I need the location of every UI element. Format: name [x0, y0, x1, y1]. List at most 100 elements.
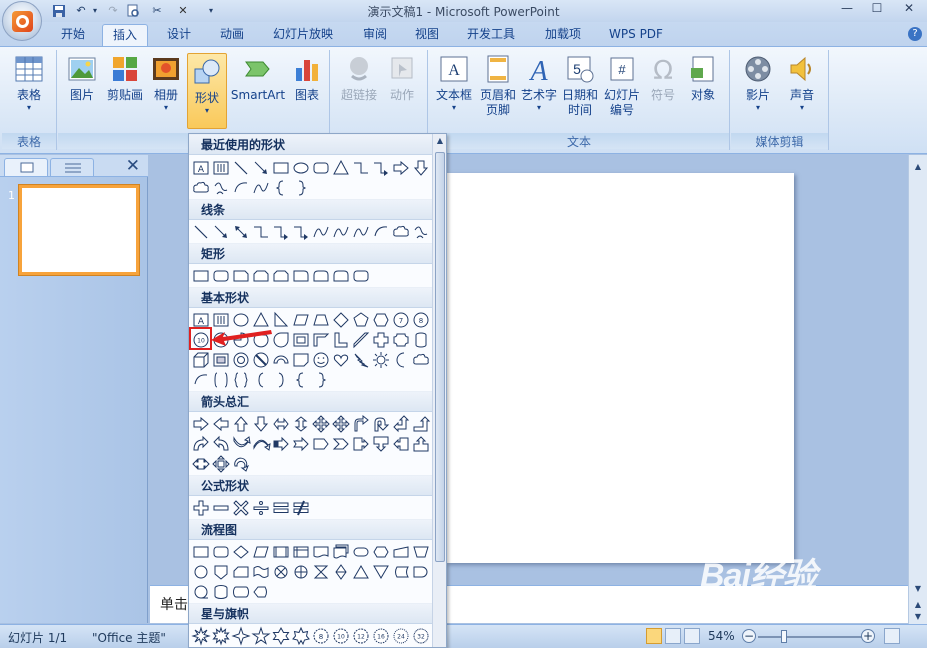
octagon8-shape[interactable]: 8: [411, 310, 431, 330]
rarrow-shape[interactable]: [191, 414, 211, 434]
heptagon-shape[interactable]: 7: [391, 310, 411, 330]
zoom-level[interactable]: 54%: [708, 629, 735, 643]
arc-shape[interactable]: [231, 178, 251, 198]
nosym-shape[interactable]: [251, 350, 271, 370]
uarrow-shape[interactable]: [231, 414, 251, 434]
chevron-shape[interactable]: [331, 434, 351, 454]
lupn-shape[interactable]: [391, 414, 411, 434]
scribble-shape[interactable]: [411, 222, 431, 242]
snip-shape[interactable]: [231, 266, 251, 286]
fc-display-shape[interactable]: [251, 582, 271, 602]
fc-manual-shape[interactable]: [391, 542, 411, 562]
callout-quad-shape[interactable]: [211, 454, 231, 474]
dblarrow-shape[interactable]: [231, 222, 251, 242]
lshape-shape[interactable]: [331, 330, 351, 350]
tab-animations[interactable]: 动画: [207, 24, 257, 46]
pentarrow-shape[interactable]: [311, 434, 331, 454]
tab-view[interactable]: 视图: [402, 24, 452, 46]
para-shape[interactable]: [291, 310, 311, 330]
minus-shape[interactable]: [211, 498, 231, 518]
tab-design[interactable]: 设计: [154, 24, 204, 46]
star32n-shape[interactable]: 32: [411, 626, 431, 646]
rrect-shape[interactable]: [311, 158, 331, 178]
pentagon-shape[interactable]: [351, 310, 371, 330]
fc-sumjunc-shape[interactable]: [271, 562, 291, 582]
shapes-button[interactable]: 形状 ▾: [187, 53, 227, 129]
scroll-thumb[interactable]: [435, 152, 445, 562]
smiley-shape[interactable]: [311, 350, 331, 370]
hyperlink-button[interactable]: 超链接: [337, 54, 381, 103]
burst12-shape[interactable]: [211, 626, 231, 646]
moon-shape[interactable]: [391, 350, 411, 370]
fc-predef-shape[interactable]: [271, 542, 291, 562]
fc-direct-shape[interactable]: [231, 582, 251, 602]
fc-decision-shape[interactable]: [231, 542, 251, 562]
bentarrow-shape[interactable]: [351, 414, 371, 434]
round2-shape[interactable]: [311, 266, 331, 286]
darrow-shape[interactable]: [411, 158, 431, 178]
tab-developer[interactable]: 开发工具: [458, 24, 524, 46]
diamond-shape[interactable]: [331, 310, 351, 330]
plus-shape[interactable]: [191, 498, 211, 518]
elbowarrow-shape[interactable]: [371, 158, 391, 178]
curvedd-shape[interactable]: [251, 434, 271, 454]
movie-button[interactable]: 影片 ▾: [737, 54, 779, 113]
slideshow-view-icon[interactable]: [684, 628, 700, 644]
stripedr-shape[interactable]: [271, 434, 291, 454]
fc-extract-shape[interactable]: [351, 562, 371, 582]
fc-sort-shape[interactable]: [331, 562, 351, 582]
tab-home[interactable]: 开始: [48, 24, 98, 46]
scribble-shape[interactable]: [211, 178, 231, 198]
fc-term-shape[interactable]: [351, 542, 371, 562]
dblbracket-shape[interactable]: [211, 370, 231, 390]
cloud-shape[interactable]: [391, 222, 411, 242]
tab-addins[interactable]: 加载项: [530, 24, 596, 46]
curvedu-shape[interactable]: [231, 434, 251, 454]
curve-shape[interactable]: [251, 178, 271, 198]
elbow-shape[interactable]: [251, 222, 271, 242]
circarrow-shape[interactable]: [231, 454, 251, 474]
star12n-shape[interactable]: 12: [351, 626, 371, 646]
star4-shape[interactable]: [231, 626, 251, 646]
minimize-icon[interactable]: —: [832, 0, 862, 18]
action-button[interactable]: 动作: [383, 54, 421, 103]
halfframe-shape[interactable]: [311, 330, 331, 350]
trap-shape[interactable]: [311, 310, 331, 330]
arrowline-shape[interactable]: [211, 222, 231, 242]
hexagon-shape[interactable]: [371, 310, 391, 330]
chart-button[interactable]: 图表: [288, 54, 326, 103]
shapes-menu-scrollbar[interactable]: ▲: [432, 134, 446, 647]
close-panel-icon[interactable]: ✕: [126, 156, 140, 176]
callout-r-shape[interactable]: [351, 434, 371, 454]
close-window-icon[interactable]: ✕: [894, 0, 924, 18]
normal-view-icon[interactable]: [646, 628, 662, 644]
header-footer-button[interactable]: 页眉和 页脚: [477, 54, 519, 118]
tab-review[interactable]: 审阅: [350, 24, 400, 46]
star5-shape[interactable]: [251, 626, 271, 646]
cloud-shape[interactable]: [191, 178, 211, 198]
darrow-shape[interactable]: [251, 414, 271, 434]
cloud2-shape[interactable]: [411, 350, 431, 370]
fc-collate-shape[interactable]: [311, 562, 331, 582]
fc-doc-shape[interactable]: [311, 542, 331, 562]
blockarc-shape[interactable]: [271, 350, 291, 370]
plaque-shape[interactable]: [391, 330, 411, 350]
office-button[interactable]: [2, 1, 42, 41]
slide-thumbnail[interactable]: [18, 184, 140, 276]
folded-shape[interactable]: [291, 350, 311, 370]
snip2-shape[interactable]: [251, 266, 271, 286]
rarrow-shape[interactable]: [391, 158, 411, 178]
fc-conn-shape[interactable]: [191, 562, 211, 582]
line-shape[interactable]: [191, 222, 211, 242]
curve-shape[interactable]: [351, 222, 371, 242]
heart-shape[interactable]: [331, 350, 351, 370]
lbrace-shape[interactable]: [271, 178, 291, 198]
star16n-shape[interactable]: 16: [371, 626, 391, 646]
slide-number-button[interactable]: # 幻灯片 编号: [601, 54, 643, 118]
fc-seq-shape[interactable]: [191, 582, 211, 602]
ellipse-shape[interactable]: [291, 158, 311, 178]
notequal-shape[interactable]: [291, 498, 311, 518]
lbrace-shape[interactable]: [291, 370, 311, 390]
fc-or-shape[interactable]: [291, 562, 311, 582]
elbowarrow-shape[interactable]: [291, 222, 311, 242]
